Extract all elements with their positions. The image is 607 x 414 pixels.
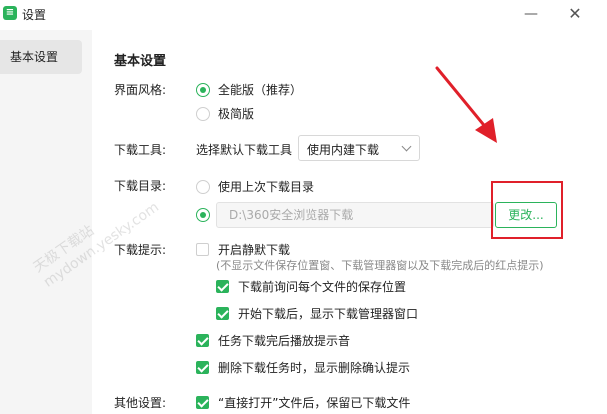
annotation-arrow-icon — [435, 66, 497, 143]
